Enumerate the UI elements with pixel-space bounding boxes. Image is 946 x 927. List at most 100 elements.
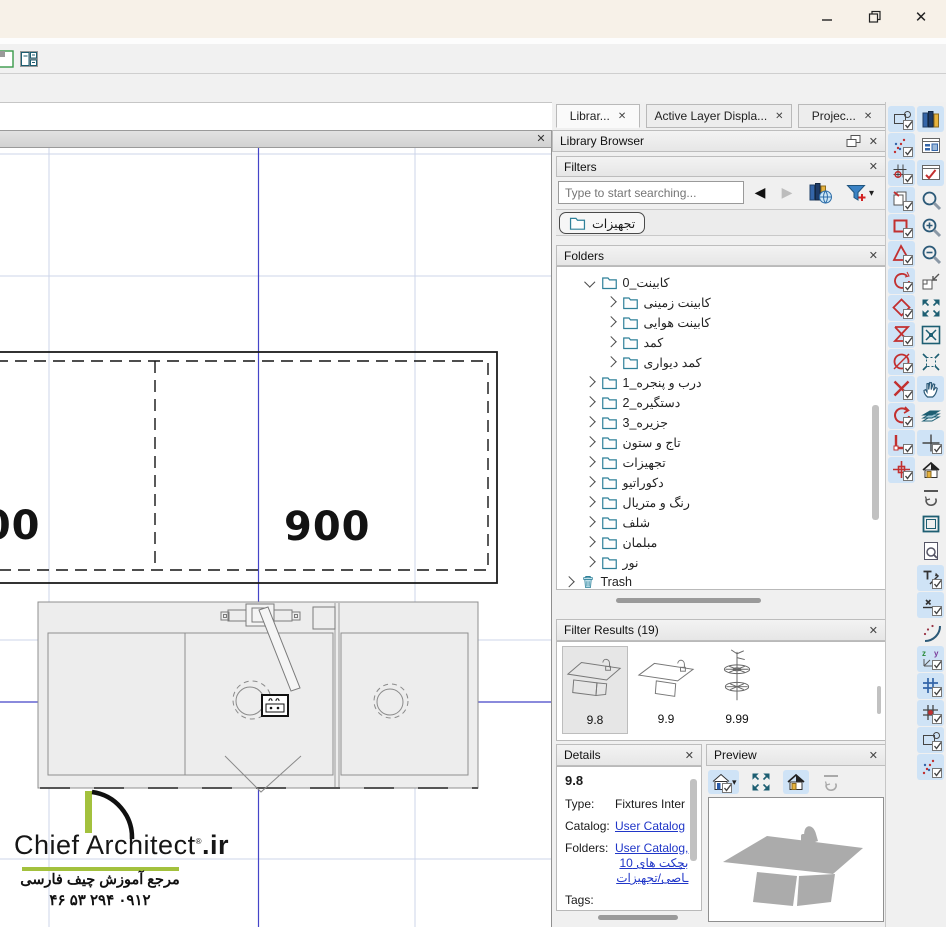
library-browser-button[interactable]: [917, 106, 944, 132]
rect-tool-red-button[interactable]: [888, 214, 915, 240]
rotate-arc-tool-button[interactable]: [888, 403, 915, 429]
chevron-right-icon[interactable]: [584, 477, 595, 488]
chevron-right-icon[interactable]: [605, 357, 616, 368]
chevron-right-icon[interactable]: [584, 437, 595, 448]
filter-results-close-icon[interactable]: ✕: [869, 624, 878, 637]
node-edit-button[interactable]: [888, 106, 915, 132]
tree-item-folder[interactable]: دستگیره_2: [557, 392, 885, 412]
fill-window-building-button[interactable]: [917, 322, 944, 348]
fill-window-preview-button[interactable]: [748, 770, 774, 794]
chevron-right-icon[interactable]: [605, 337, 616, 348]
folders-link[interactable]: ـاصی/تجهیزات: [615, 871, 688, 886]
display-options-button[interactable]: [917, 160, 944, 186]
camera-house-preview-button[interactable]: [783, 770, 809, 794]
chevron-right-icon[interactable]: [584, 417, 595, 428]
chevron-right-icon[interactable]: [563, 577, 574, 588]
cross-hair-button[interactable]: [917, 430, 944, 456]
results-scrollbar[interactable]: [877, 686, 881, 714]
tab-close-icon[interactable]: ✕: [775, 111, 783, 122]
folders-close-icon[interactable]: ✕: [869, 249, 878, 262]
grid-point-button[interactable]: [888, 160, 915, 186]
chevron-right-icon[interactable]: [584, 557, 595, 568]
filters-close-icon[interactable]: ✕: [869, 160, 878, 173]
plan-canvas[interactable]: 900 900 Chief Architect®.ir مرجع آموزش چ…: [0, 148, 552, 927]
search-input[interactable]: [558, 181, 744, 204]
move-point-tool-button[interactable]: [888, 457, 915, 483]
tab-close-icon[interactable]: ✕: [618, 111, 626, 122]
plan-preview-button[interactable]: [917, 538, 944, 564]
scatter-edit-button[interactable]: [917, 754, 944, 780]
library-browser-close-icon[interactable]: ✕: [869, 135, 878, 148]
preview-close-icon[interactable]: ✕: [869, 749, 878, 762]
result-item-9.8[interactable]: 9.8: [562, 646, 628, 734]
close-button[interactable]: ✕: [906, 4, 936, 30]
circle-tool-button[interactable]: [888, 268, 915, 294]
filter-menu-button[interactable]: ▾: [845, 181, 874, 205]
tile-windows-button[interactable]: [17, 47, 41, 71]
details-hscrollbar[interactable]: [598, 915, 678, 920]
minimize-button[interactable]: [812, 4, 842, 30]
chevron-right-icon[interactable]: [584, 537, 595, 548]
chevron-right-icon[interactable]: [584, 397, 595, 408]
tab-library[interactable]: Librar...✕: [556, 104, 640, 128]
details-close-icon[interactable]: ✕: [685, 749, 694, 762]
diamond-tool-button[interactable]: [888, 295, 915, 321]
chevron-right-icon[interactable]: [584, 517, 595, 528]
rotate-plan-view-preview-button[interactable]: [818, 770, 844, 794]
tree-item-folder[interactable]: تاج و ستون: [557, 432, 885, 452]
tree-item-folder[interactable]: جزیره_3: [557, 412, 885, 432]
search-forward-button[interactable]: ▶: [776, 182, 798, 203]
search-back-button[interactable]: ◀: [749, 182, 771, 203]
new-plan-button[interactable]: [0, 47, 16, 71]
zoom-in-button[interactable]: [917, 214, 944, 240]
tree-item-folder[interactable]: مبلمان: [557, 532, 885, 552]
triangle-tool-button[interactable]: [888, 241, 915, 267]
point-marker-button[interactable]: [917, 592, 944, 618]
folders-hscrollbar[interactable]: [616, 598, 761, 603]
tree-item-folder[interactable]: نور: [557, 552, 885, 572]
layer-display-options-button[interactable]: [917, 133, 944, 159]
tree-item-folder[interactable]: تجهیزات: [557, 452, 885, 472]
grid-display-button[interactable]: [917, 673, 944, 699]
text-leader-button[interactable]: [917, 565, 944, 591]
preview-viewport[interactable]: [708, 797, 884, 922]
chevron-down-icon[interactable]: [584, 277, 595, 288]
tree-item-folder[interactable]: درب و پنجره_1: [557, 372, 885, 392]
chevron-right-icon[interactable]: [584, 377, 595, 388]
details-vscrollbar[interactable]: [690, 779, 697, 861]
rectangle-tool-button[interactable]: [917, 511, 944, 537]
catalog-link[interactable]: User Catalog: [615, 819, 685, 834]
result-item-9.9[interactable]: 9.9: [633, 646, 699, 734]
folders-link[interactable]: بچکت های 10: [615, 856, 688, 871]
grid-reference-button[interactable]: [917, 700, 944, 726]
axes-zy-button[interactable]: zy: [917, 646, 944, 672]
no-circle-tool-button[interactable]: [888, 349, 915, 375]
tree-item-folder[interactable]: کمد دیواری: [557, 352, 885, 372]
tree-item-folder[interactable]: کابینت زمینی: [557, 292, 885, 312]
restore-button[interactable]: [860, 4, 890, 30]
node-edit-button[interactable]: [917, 727, 944, 753]
tab-active-layer-display[interactable]: Active Layer Displa...✕: [646, 104, 792, 128]
tree-item-trash[interactable]: Trash: [557, 572, 885, 590]
float-window-icon[interactable]: [845, 134, 861, 148]
undo-zoom-button[interactable]: [917, 268, 944, 294]
fill-window-button[interactable]: [917, 295, 944, 321]
tree-item-folder[interactable]: رنگ و متریال: [557, 492, 885, 512]
chevron-right-icon[interactable]: [584, 457, 595, 468]
pan-window-button[interactable]: [917, 376, 944, 402]
folders-link[interactable]: User Catalog,: [615, 841, 688, 856]
tab-close-icon[interactable]: ✕: [864, 111, 872, 122]
rotate-plan-view-button[interactable]: [917, 484, 944, 510]
chevron-right-icon[interactable]: [584, 497, 595, 508]
copy-objects-button[interactable]: [888, 187, 915, 213]
tree-item-folder[interactable]: کمد: [557, 332, 885, 352]
tree-item-folder[interactable]: کابینت_0: [557, 272, 885, 292]
bowtie-tool-button[interactable]: [888, 322, 915, 348]
tab-project[interactable]: Projec...✕: [798, 104, 886, 128]
zoom-out-button[interactable]: [917, 241, 944, 267]
spray-arc-button[interactable]: [917, 619, 944, 645]
core-catalogs-button[interactable]: [808, 181, 834, 208]
layers-button[interactable]: [917, 403, 944, 429]
delete-x-tool-button[interactable]: [888, 376, 915, 402]
filter-chip[interactable]: تجهیزات: [559, 212, 645, 234]
